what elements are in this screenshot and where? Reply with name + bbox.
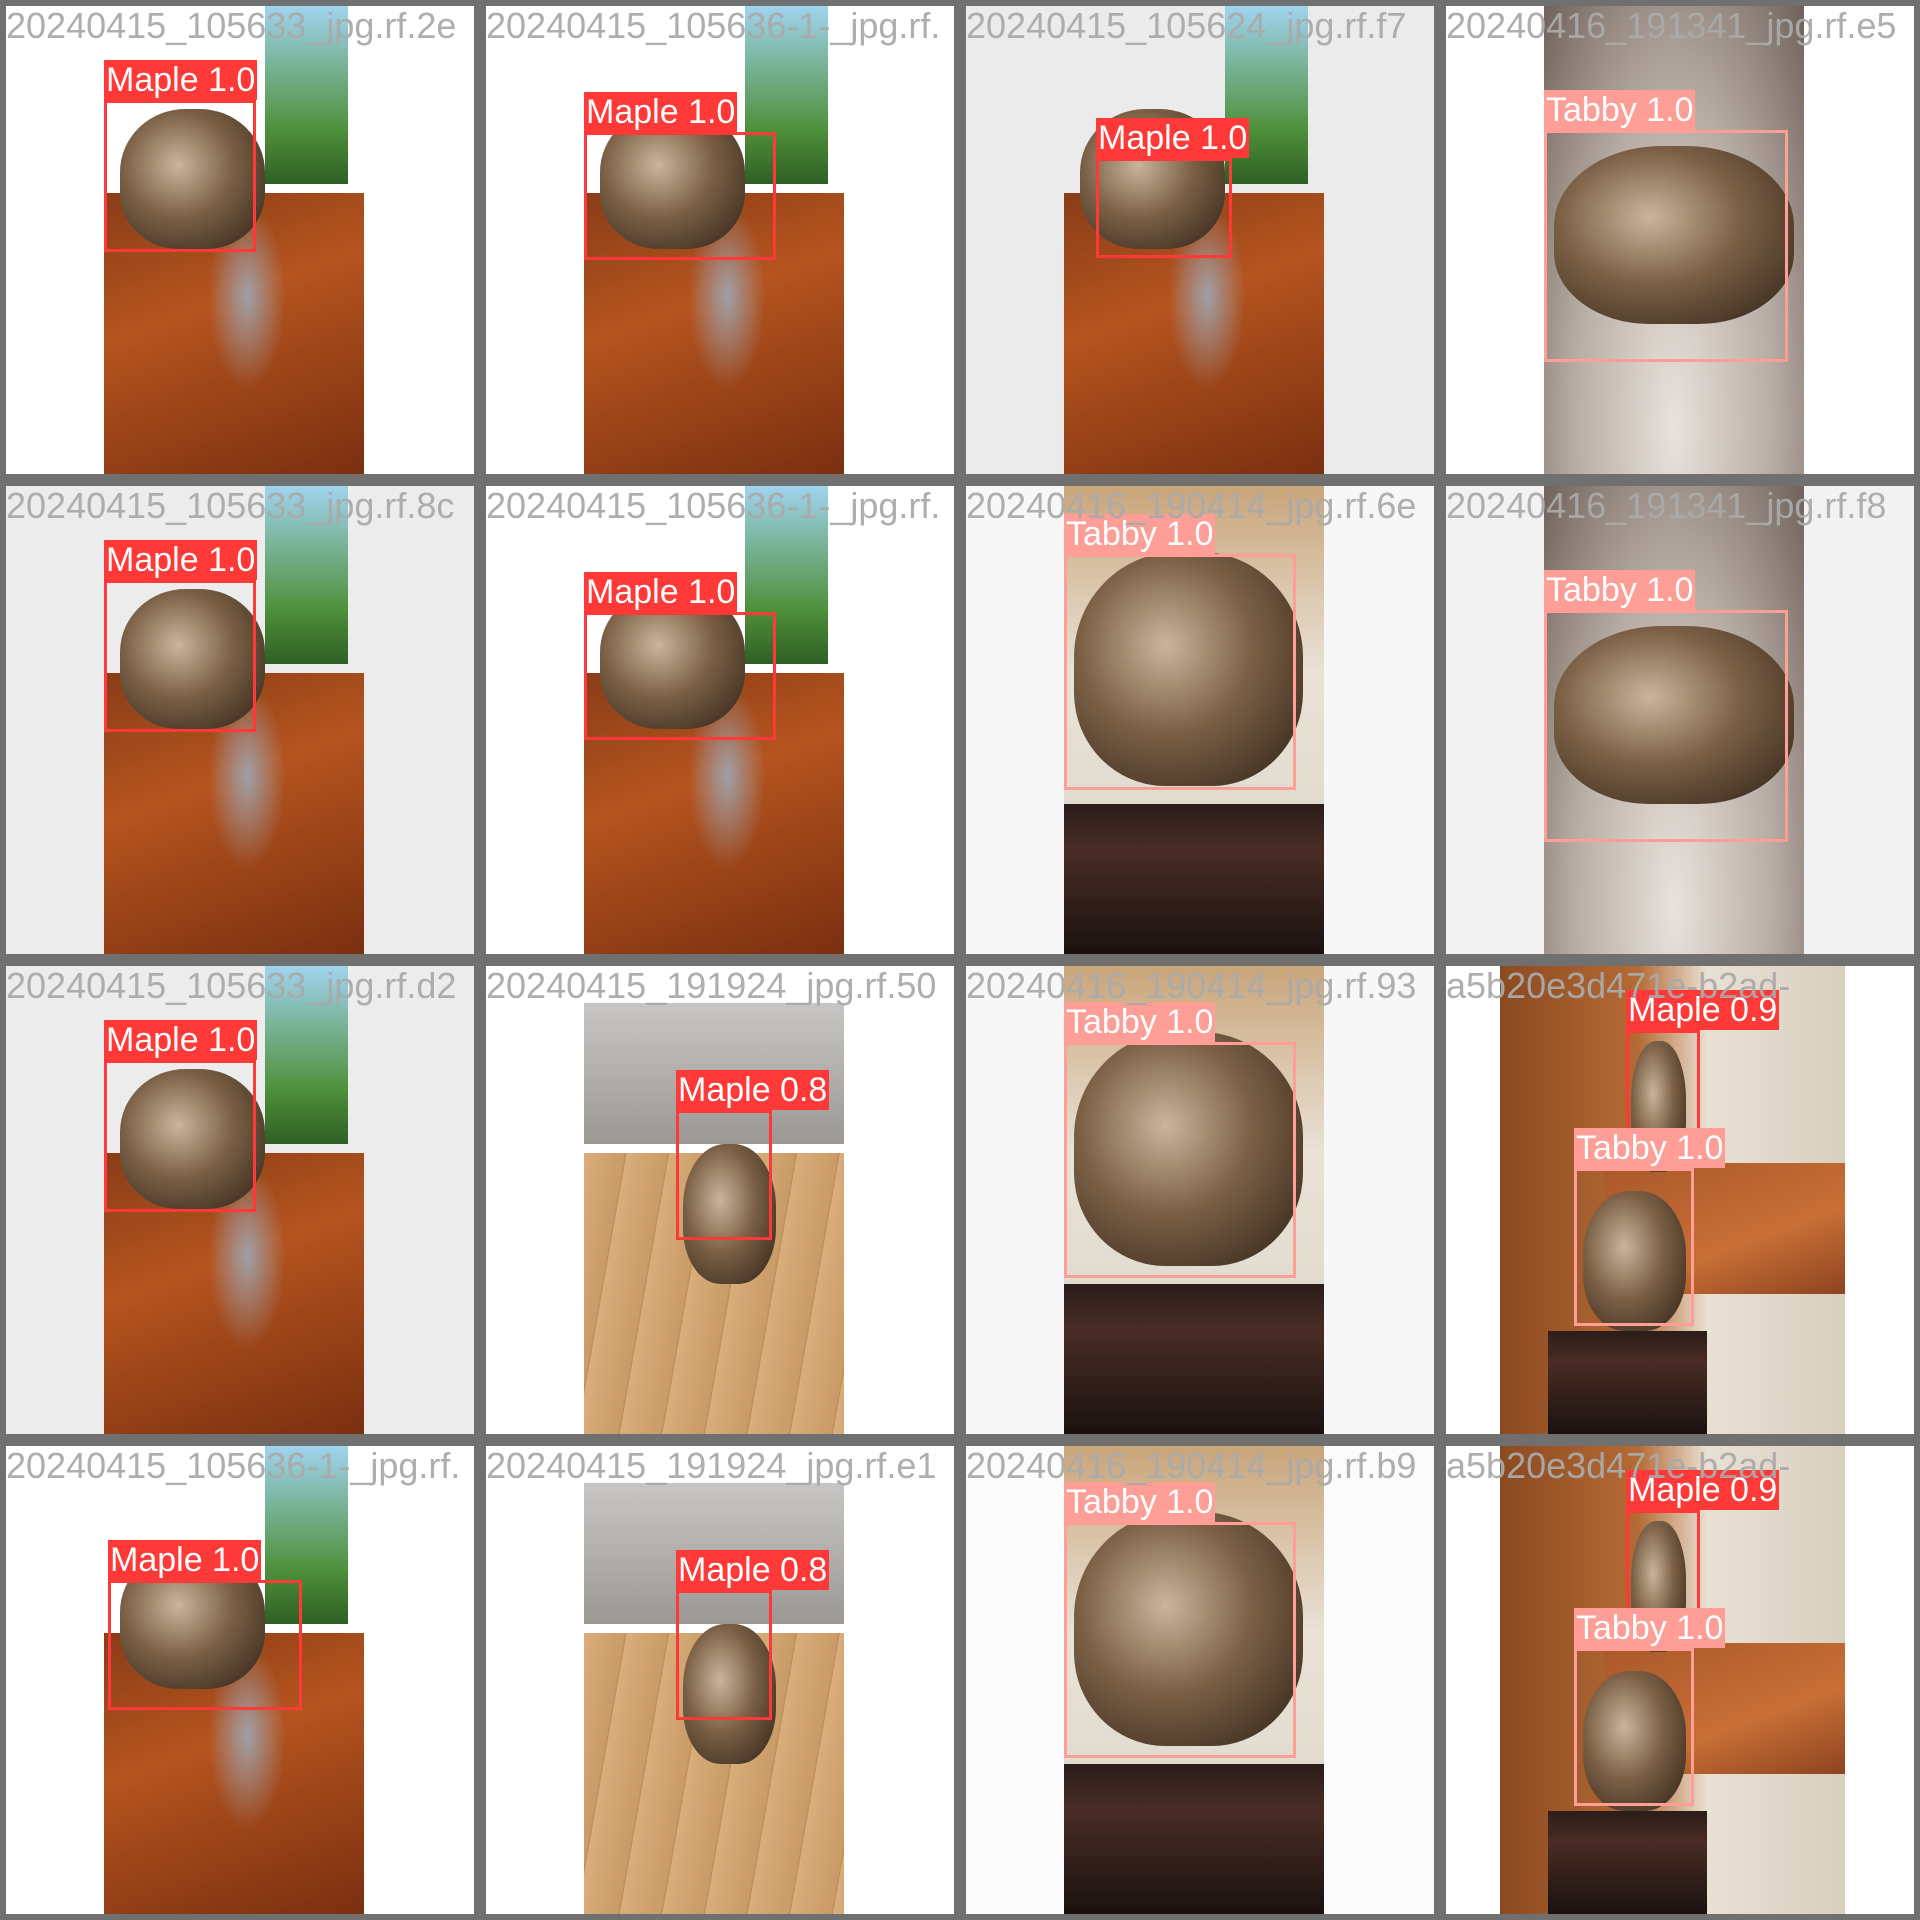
bounding-box xyxy=(104,100,256,252)
bounding-box xyxy=(1544,610,1788,842)
detection-label: Tabby 1.0 xyxy=(1064,1482,1216,1522)
detection-label: Maple 1.0 xyxy=(584,572,738,612)
filename-label: 20240415_105636-1-_jpg.rf. xyxy=(486,5,941,46)
filename-label: 20240415_191924_jpg.rf.50 xyxy=(486,965,937,1006)
detection-label: Maple 1.0 xyxy=(108,1540,262,1580)
image-tile: a5b20e3d471e-b2ad- Maple 0.9 Tabby 1.0 xyxy=(1440,1440,1920,1920)
image-tile: 20240415_105636-1-_jpg.rf. Maple 1.0 xyxy=(0,1440,480,1920)
image-tile: 20240415_105636-1-_jpg.rf. Maple 1.0 xyxy=(480,0,960,480)
filename-label: a5b20e3d471e-b2ad- xyxy=(1446,1445,1791,1486)
image-tile: 20240415_105636-1-_jpg.rf. Maple 1.0 xyxy=(480,480,960,960)
detection-label: Maple 0.8 xyxy=(676,1070,830,1110)
detection-mosaic: 20240415_105633_jpg.rf.2e Maple 1.0 202404… xyxy=(0,0,1920,1920)
image-tile: 20240416_190414_jpg.rf.6e Tabby 1.0 xyxy=(960,480,1440,960)
bounding-box xyxy=(1574,1168,1694,1326)
detection-label: Maple 1.0 xyxy=(104,60,258,100)
bounding-box xyxy=(676,1590,772,1720)
filename-label: a5b20e3d471e-b2ad- xyxy=(1446,965,1791,1006)
detection-label: Maple 1.0 xyxy=(104,1020,258,1060)
image-tile: 20240415_105633_jpg.rf.2e Maple 1.0 xyxy=(0,0,480,480)
image-tile: 20240416_191341_jpg.rf.f8 Tabby 1.0 xyxy=(1440,480,1920,960)
detection-label: Tabby 1.0 xyxy=(1064,1002,1216,1042)
filename-label: 20240415_105636-1-_jpg.rf. xyxy=(486,485,941,526)
filename-label: 20240415_191924_jpg.rf.e1 xyxy=(486,1445,937,1486)
bounding-box xyxy=(1544,130,1788,362)
detection-label: Tabby 1.0 xyxy=(1544,570,1696,610)
image-tile: 20240415_191924_jpg.rf.e1 Maple 0.8 xyxy=(480,1440,960,1920)
image-tile: 20240415_105624_jpg.rf.f7 Maple 1.0 xyxy=(960,0,1440,480)
bounding-box xyxy=(108,1580,302,1710)
filename-label: 20240416_191341_jpg.rf.f8 xyxy=(1446,485,1887,526)
filename-label: 20240416_191341_jpg.rf.e5 xyxy=(1446,5,1897,46)
image-tile: 20240415_105633_jpg.rf.8c Maple 1.0 xyxy=(0,480,480,960)
image-tile: 20240415_191924_jpg.rf.50 Maple 0.8 xyxy=(480,960,960,1440)
image-tile: 20240415_105633_jpg.rf.d2 Maple 1.0 xyxy=(0,960,480,1440)
detection-label: Maple 1.0 xyxy=(104,540,258,580)
bounding-box xyxy=(1096,158,1232,258)
image-tile: 20240416_191341_jpg.rf.e5 Tabby 1.0 xyxy=(1440,0,1920,480)
bounding-box xyxy=(1574,1648,1694,1806)
bounding-box xyxy=(1064,554,1296,790)
filename-label: 20240415_105633_jpg.rf.8c xyxy=(6,485,455,526)
bounding-box xyxy=(676,1110,772,1240)
image-tile: a5b20e3d471e-b2ad- Maple 0.9 Tabby 1.0 xyxy=(1440,960,1920,1440)
bounding-box xyxy=(104,1060,256,1212)
bounding-box xyxy=(1064,1522,1296,1758)
detection-label: Maple 0.8 xyxy=(676,1550,830,1590)
bounding-box xyxy=(584,132,776,260)
bounding-box xyxy=(104,580,256,732)
filename-label: 20240415_105633_jpg.rf.2e xyxy=(6,5,457,46)
filename-label: 20240415_105633_jpg.rf.d2 xyxy=(6,965,457,1006)
image-tile: 20240416_190414_jpg.rf.b9 Tabby 1.0 xyxy=(960,1440,1440,1920)
bounding-box xyxy=(584,612,776,740)
detection-label: Tabby 1.0 xyxy=(1544,90,1696,130)
filename-label: 20240416_190414_jpg.rf.93 xyxy=(966,965,1417,1006)
filename-label: 20240415_105624_jpg.rf.f7 xyxy=(966,5,1407,46)
detection-label: Tabby 1.0 xyxy=(1574,1128,1726,1168)
filename-label: 20240415_105636-1-_jpg.rf. xyxy=(6,1445,461,1486)
image-tile: 20240416_190414_jpg.rf.93 Tabby 1.0 xyxy=(960,960,1440,1440)
detection-label: Maple 1.0 xyxy=(584,92,738,132)
filename-label: 20240416_190414_jpg.rf.b9 xyxy=(966,1445,1417,1486)
detection-label: Maple 1.0 xyxy=(1096,118,1250,158)
filename-label: 20240416_190414_jpg.rf.6e xyxy=(966,485,1417,526)
detection-label: Tabby 1.0 xyxy=(1574,1608,1726,1648)
bounding-box xyxy=(1064,1042,1296,1278)
